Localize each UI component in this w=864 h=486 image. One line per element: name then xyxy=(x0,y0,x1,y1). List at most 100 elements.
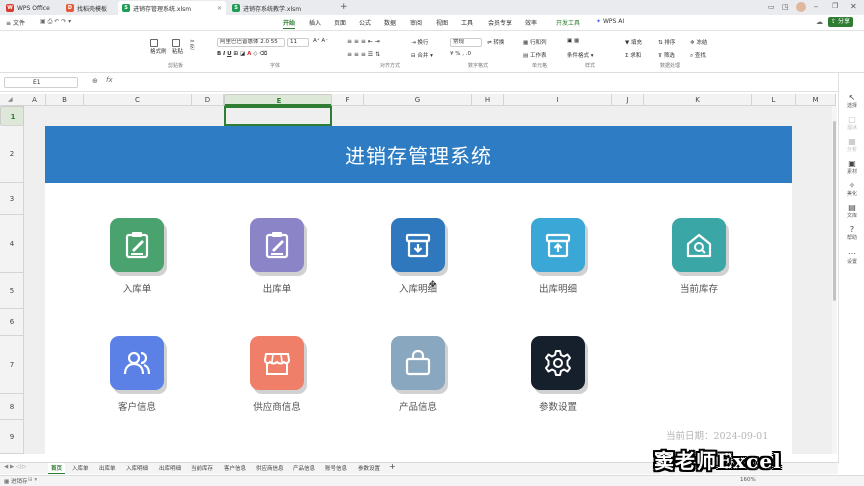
font-size-select[interactable]: 11 xyxy=(287,38,309,47)
avatar[interactable] xyxy=(796,2,806,12)
row-header-5[interactable]: 5 xyxy=(0,273,24,309)
row-header-7[interactable]: 7 xyxy=(0,336,24,394)
close-icon[interactable]: ✕ xyxy=(217,5,222,12)
col-header-l[interactable]: L xyxy=(752,94,796,106)
col-header-k[interactable]: K xyxy=(644,94,752,106)
sum-button[interactable]: Σ 求和 xyxy=(625,51,641,59)
sheet-tab-current-stock[interactable]: 当前库存 xyxy=(191,464,213,472)
tile-product-info[interactable] xyxy=(391,336,445,390)
font-style-buttons[interactable]: B I U ⊞ ◪ A ◇ ⌫ xyxy=(217,51,267,57)
row-header-6[interactable]: 6 xyxy=(0,309,24,336)
font-grow-shrink-icons[interactable]: A⁺ A⁻ xyxy=(313,38,328,44)
menu-data[interactable]: 数据 xyxy=(384,18,396,27)
sheet-tab-outbound-order[interactable]: 出库单 xyxy=(99,464,116,472)
tile-supplier-info[interactable] xyxy=(250,336,304,390)
col-header-d[interactable]: D xyxy=(192,94,224,106)
rp-help[interactable]: ? 帮助 xyxy=(839,225,864,241)
col-header-c[interactable]: C xyxy=(84,94,192,106)
menu-member[interactable]: 会员专享 xyxy=(488,18,512,27)
pin-icon[interactable]: ◳ xyxy=(782,3,789,11)
sheet-tab-customer-info[interactable]: 客户信息 xyxy=(224,464,246,472)
tile-outbound-detail[interactable] xyxy=(531,218,585,272)
row-header-2[interactable]: 2 xyxy=(0,126,24,183)
tab-workbook-2[interactable]: S 进销存系统教学.xlsm xyxy=(228,1,332,15)
maximize-button[interactable]: ❐ xyxy=(832,2,838,10)
number-format-icons[interactable]: ¥ % , .0 xyxy=(450,51,471,57)
new-tab-button[interactable]: + xyxy=(340,2,348,12)
col-header-m[interactable]: M xyxy=(796,94,836,106)
status-icons[interactable]: ⊟ ▾ xyxy=(28,477,37,483)
col-header-h[interactable]: H xyxy=(472,94,504,106)
align-horizontal-icons[interactable]: ≡ ≡ ≡ ☰ ⇅ xyxy=(347,51,380,58)
zoom-search-icon[interactable]: ⊕ xyxy=(92,77,98,85)
rp-analyze[interactable]: ▦ 分析 xyxy=(839,137,864,153)
row-header-3[interactable]: 3 xyxy=(0,183,24,215)
tab-template[interactable]: D 找稻壳模板 xyxy=(62,1,118,15)
menu-developer[interactable]: 开发工具 xyxy=(556,18,580,27)
fx-icon[interactable]: fx xyxy=(106,76,113,84)
sheet-tab-home[interactable]: 首页 xyxy=(48,463,66,474)
font-name-select[interactable]: 阿里巴巴普惠体 2.0 55 xyxy=(217,38,285,47)
col-header-g[interactable]: G xyxy=(364,94,472,106)
menu-wps-ai[interactable]: ✦ WPS AI xyxy=(596,18,624,25)
row-header-9[interactable]: 9 xyxy=(0,420,24,454)
row-header-8[interactable]: 8 xyxy=(0,394,24,420)
sheet-nav-arrows[interactable]: ◀ ▶ ◁ ▷ xyxy=(4,464,26,470)
rp-library[interactable]: ▤ 文库 xyxy=(839,203,864,219)
col-header-j[interactable]: J xyxy=(612,94,644,106)
freeze-button[interactable]: ❄ 冻结 xyxy=(690,38,707,46)
name-box[interactable]: E1 xyxy=(4,77,78,88)
cond-format-button[interactable]: 条件格式 ▾ xyxy=(567,51,594,59)
quick-access-icons[interactable]: ▣ ⎙ ↶ ↷ ▾ xyxy=(40,18,71,26)
find-button[interactable]: ⌕ 查找 xyxy=(690,51,706,60)
format-painter-button[interactable]: 格式刷 xyxy=(150,39,167,55)
tab-active-workbook[interactable]: S 进销存管理系统.xlsm ✕ xyxy=(118,1,226,15)
row-col-button[interactable]: ▦ 行和列 xyxy=(523,38,546,46)
menu-page[interactable]: 页面 xyxy=(334,18,346,27)
sheet-tab-settings[interactable]: 参数设置 xyxy=(358,464,380,472)
worksheet-button[interactable]: ▤ 工作表 xyxy=(523,51,546,59)
add-sheet-button[interactable]: + xyxy=(389,462,396,471)
menu-efficiency[interactable]: 效率 xyxy=(525,18,537,27)
menu-view[interactable]: 视图 xyxy=(436,18,448,27)
menu-home[interactable]: 开始 xyxy=(283,18,296,29)
paste-button[interactable]: 粘贴 xyxy=(172,39,183,55)
col-header-f[interactable]: F xyxy=(332,94,364,106)
rp-select[interactable]: ↖ 选择 xyxy=(839,93,864,109)
layout-icon[interactable]: ▭ xyxy=(768,3,775,11)
scrollbar-thumb[interactable] xyxy=(833,121,836,301)
tile-inbound-detail[interactable] xyxy=(391,218,445,272)
sheet-tab-inbound-detail[interactable]: 入库明细 xyxy=(126,464,148,472)
number-format-select[interactable]: 常规 xyxy=(450,38,482,47)
align-top-icons[interactable]: ≡ ≡ ≡ ⇤ ⇥ xyxy=(347,38,380,45)
menu-review[interactable]: 审阅 xyxy=(410,18,422,27)
sheet-tab-inbound-order[interactable]: 入库单 xyxy=(72,464,89,472)
tile-inbound-order[interactable] xyxy=(110,218,164,272)
zoom-level[interactable]: 160% xyxy=(740,477,756,483)
formula-input[interactable] xyxy=(120,77,820,88)
sheet-tab-supplier-info[interactable]: 供应商信息 xyxy=(256,464,284,472)
rp-material[interactable]: ▣ 素材 xyxy=(839,159,864,175)
cut-copy-icons[interactable]: ✂ ⎘ xyxy=(190,39,195,52)
sheet-tab-outbound-detail[interactable]: 出库明细 xyxy=(159,464,181,472)
share-button[interactable]: ⇪ 分享 xyxy=(828,17,853,27)
select-all-corner[interactable]: ◢ xyxy=(8,96,13,103)
rp-skate[interactable]: ▢ 溜冰 xyxy=(839,115,864,131)
menu-tools[interactable]: 工具 xyxy=(461,18,473,27)
menu-file[interactable]: ≡ 文件 xyxy=(6,18,25,27)
cloud-icon[interactable]: ☁ xyxy=(816,18,823,26)
merge-button[interactable]: ⊟ 合并 ▾ xyxy=(411,51,433,59)
wrap-button[interactable]: ⇥ 换行 xyxy=(411,38,428,46)
menu-insert[interactable]: 插入 xyxy=(309,18,321,27)
sheet-tab-account-info[interactable]: 账号信息 xyxy=(325,464,347,472)
tile-settings[interactable] xyxy=(531,336,585,390)
tab-wps-office[interactable]: W WPS Office xyxy=(2,1,60,15)
rp-settings[interactable]: ⋯ 设置 xyxy=(839,249,864,265)
tile-customer-info[interactable] xyxy=(110,336,164,390)
row-header-1[interactable]: 1 xyxy=(0,106,24,126)
close-window-button[interactable]: ✕ xyxy=(850,2,857,11)
style-icons[interactable]: ▣ ▦ xyxy=(567,38,579,44)
filter-button[interactable]: ⊽ 筛选 xyxy=(658,51,675,59)
tile-current-stock[interactable] xyxy=(672,218,726,272)
row-header-4[interactable]: 4 xyxy=(0,215,24,273)
